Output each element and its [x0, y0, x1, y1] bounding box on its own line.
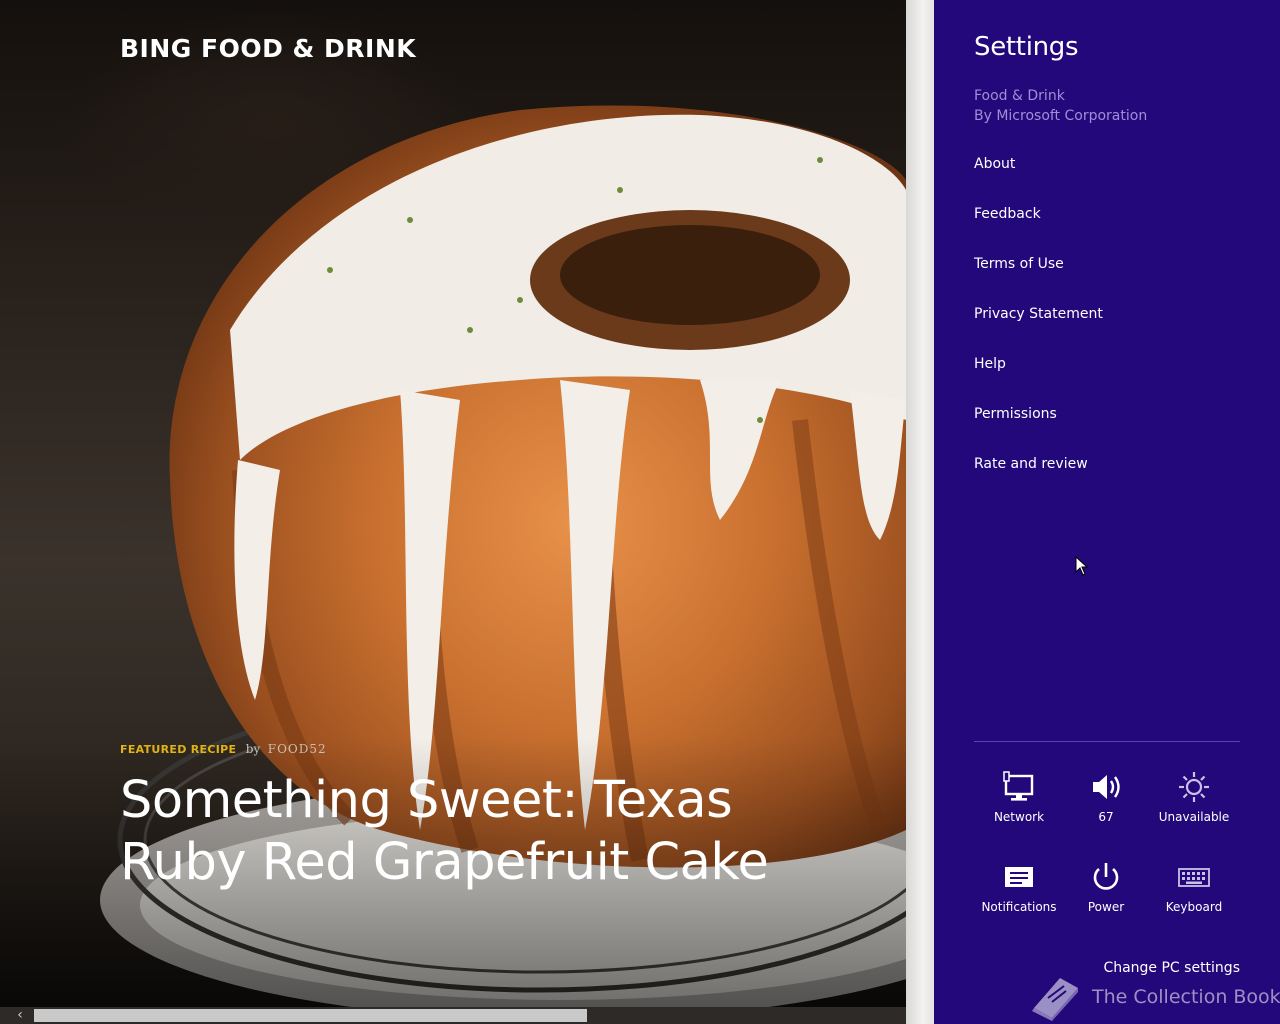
- settings-item-permissions[interactable]: Permissions: [974, 402, 1103, 452]
- brightness-icon: [1179, 772, 1209, 802]
- featured-tag: FEATURED RECIPE: [120, 743, 237, 756]
- keyboard-tile[interactable]: Keyboard: [1149, 860, 1239, 914]
- settings-item-privacy-statement[interactable]: Privacy Statement: [974, 302, 1103, 352]
- featured-by: by: [245, 742, 261, 756]
- settings-title: Settings: [974, 32, 1079, 62]
- featured-line: FEATURED RECIPE by FOOD52: [120, 742, 327, 756]
- scrollbar-thumb[interactable]: [34, 1009, 587, 1022]
- watermark: The Collection Book: [1028, 972, 1280, 1024]
- volume-icon: [1093, 775, 1120, 799]
- horizontal-scrollbar[interactable]: ‹: [0, 1007, 906, 1024]
- featured-author[interactable]: FOOD52: [268, 742, 327, 756]
- power-icon: [1093, 863, 1119, 890]
- background-strip: [906, 0, 934, 1024]
- notifications-label: Notifications: [981, 900, 1057, 914]
- scroll-left-icon[interactable]: ‹: [10, 1007, 30, 1024]
- keyboard-label: Keyboard: [1165, 900, 1223, 914]
- settings-charm: Settings Food & Drink By Microsoft Corpo…: [934, 0, 1280, 1024]
- settings-app-name: Food & Drink: [974, 88, 1065, 104]
- keyboard-icon: [1178, 868, 1210, 887]
- volume-tile[interactable]: 67: [1061, 770, 1151, 824]
- settings-menu: About Feedback Terms of Use Privacy Stat…: [974, 152, 1103, 502]
- network-label: Network: [993, 810, 1045, 824]
- power-tile[interactable]: Power: [1061, 860, 1151, 914]
- settings-item-help[interactable]: Help: [974, 352, 1103, 402]
- mouse-cursor-icon: [1075, 556, 1089, 576]
- app-title: BING FOOD & DRINK: [120, 34, 417, 63]
- brightness-label: Unavailable: [1158, 810, 1230, 824]
- settings-app-info: Food & Drink By Microsoft Corporation: [974, 86, 1147, 126]
- power-label: Power: [1087, 900, 1125, 914]
- settings-divider: [974, 741, 1240, 742]
- settings-item-rate-and-review[interactable]: Rate and review: [974, 452, 1103, 502]
- network-tile[interactable]: Network: [974, 770, 1064, 824]
- featured-recipe-title[interactable]: Something Sweet: Texas Ruby Red Grapefru…: [120, 770, 820, 894]
- volume-label: 67: [1098, 810, 1114, 824]
- watermark-text: The Collection Book: [1092, 986, 1280, 1008]
- settings-item-about[interactable]: About: [974, 152, 1103, 202]
- settings-app-publisher: By Microsoft Corporation: [974, 108, 1148, 124]
- notifications-tile[interactable]: Notifications: [974, 860, 1064, 914]
- network-icon: [1003, 771, 1034, 801]
- book-icon: [1032, 978, 1078, 1021]
- settings-item-terms-of-use[interactable]: Terms of Use: [974, 252, 1103, 302]
- brightness-tile[interactable]: Unavailable: [1149, 770, 1239, 824]
- settings-item-feedback[interactable]: Feedback: [974, 202, 1103, 252]
- app-canvas: BING FOOD & DRINK FEATURED RECIPE by FOO…: [0, 0, 906, 1024]
- notifications-icon: [1005, 867, 1033, 887]
